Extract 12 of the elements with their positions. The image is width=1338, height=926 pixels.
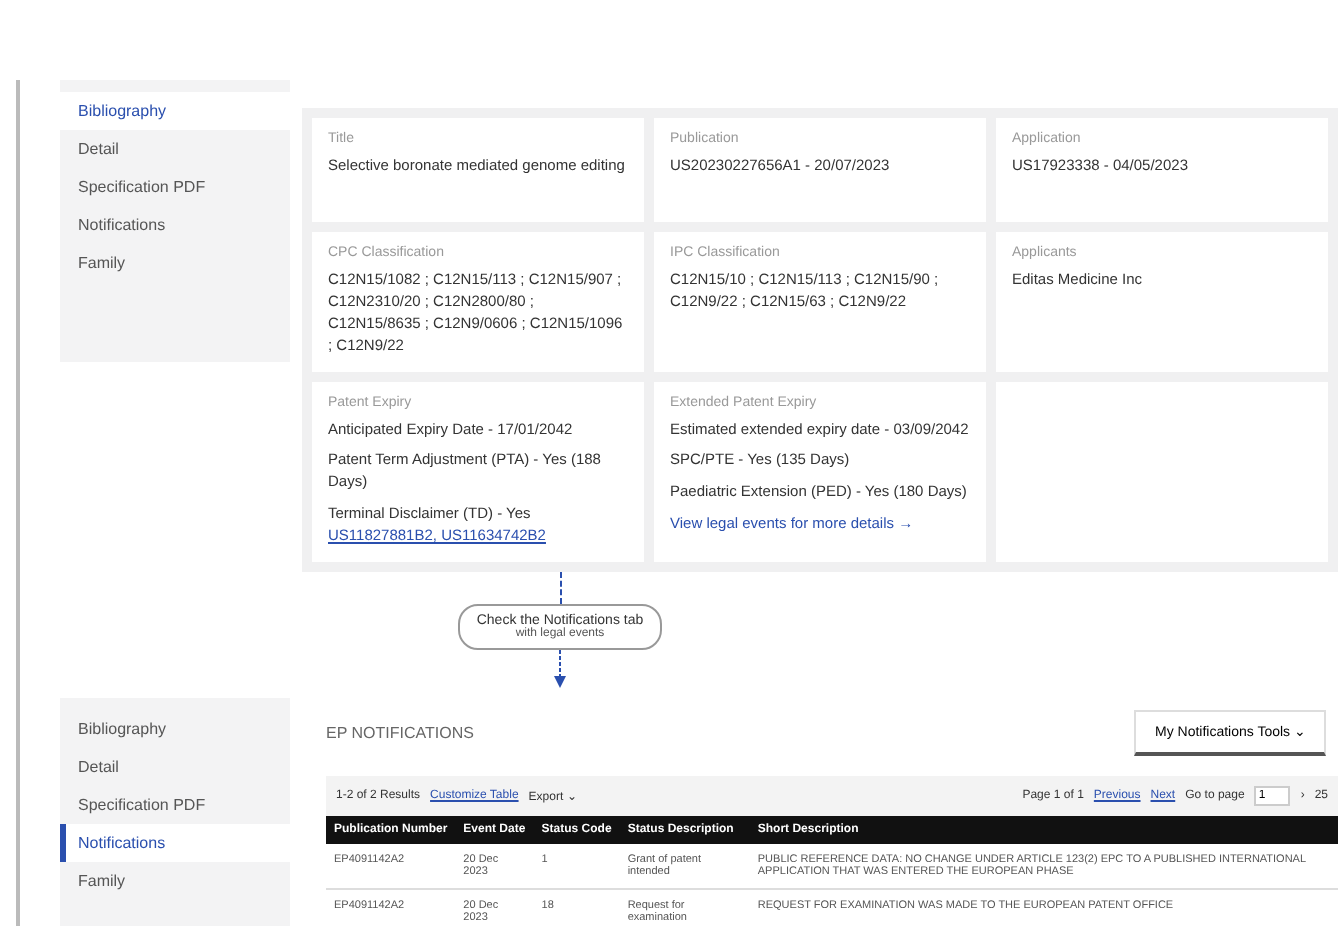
sidebar-item[interactable]: Bibliography — [60, 709, 290, 748]
section-title: EP NOTIFICATIONS — [326, 723, 474, 742]
sidebar-item[interactable]: Specification PDF — [60, 785, 290, 824]
sidebar-item[interactable]: Family — [60, 861, 290, 900]
sidebar-item[interactable]: Specification PDF — [60, 168, 290, 206]
sidebar-item[interactable]: Detail — [60, 130, 290, 168]
down-arrow-icon — [552, 649, 568, 690]
sidebar-item[interactable]: Bibliography — [60, 92, 290, 130]
sidebar-item[interactable]: Family — [60, 244, 290, 282]
sidebar-item[interactable]: Notifications — [60, 823, 290, 862]
sidebar-item[interactable]: Notifications — [60, 206, 290, 244]
sidebar-item[interactable]: Detail — [60, 747, 290, 786]
